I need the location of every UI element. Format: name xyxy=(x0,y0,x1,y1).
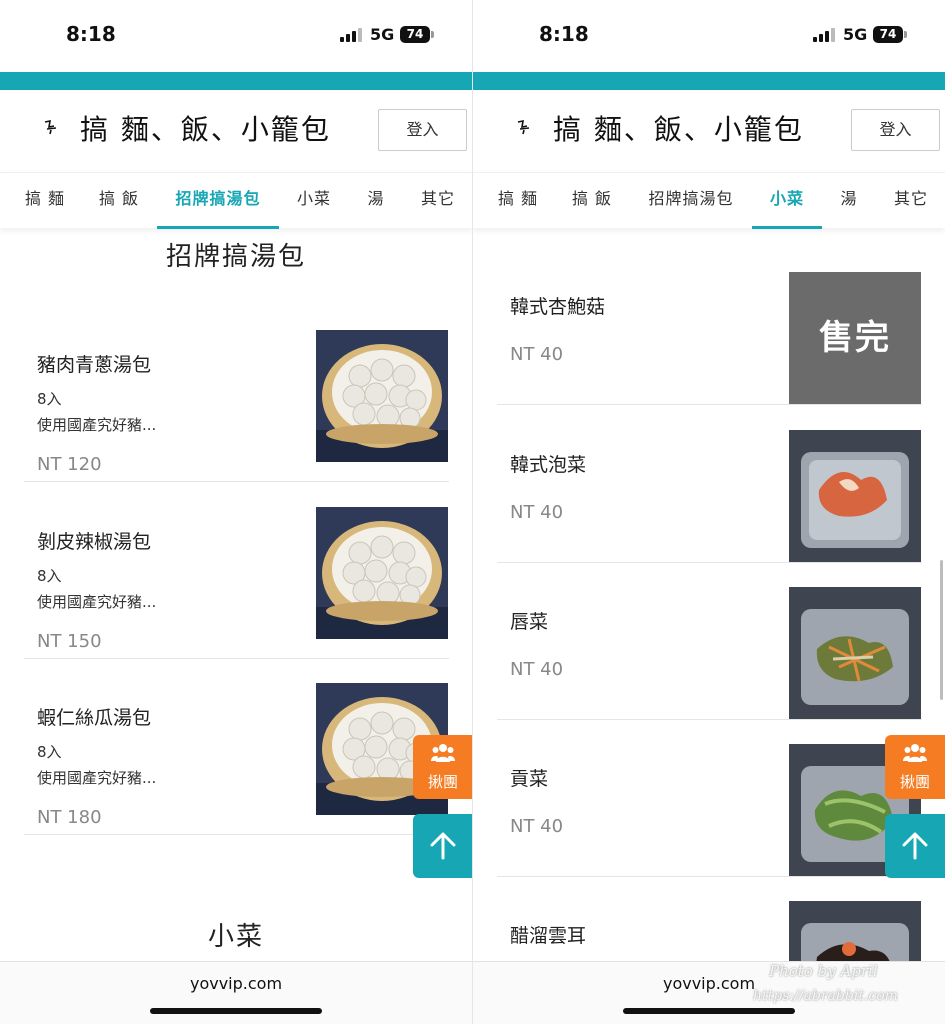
scrollbar[interactable] xyxy=(940,560,943,700)
arrow-up-icon xyxy=(430,832,456,860)
tab-others[interactable]: 其它 xyxy=(412,173,464,229)
item-name: 韓式泡菜 xyxy=(510,454,587,476)
tab-gao-rice[interactable]: 搞 飯 xyxy=(565,173,619,229)
tab-others[interactable]: 其它 xyxy=(885,173,937,229)
url-text[interactable]: yovvip.com xyxy=(0,974,472,993)
signal-icon xyxy=(340,28,362,42)
menu-item[interactable]: 豬肉青蔥湯包 8入 使用國產究好豬... NT 120 xyxy=(24,320,449,482)
tab-gao-rice[interactable]: 搞 飯 xyxy=(92,173,146,229)
group-icon xyxy=(903,744,927,762)
item-desc: 使用國產究好豬... xyxy=(37,769,157,787)
tab-side-dishes[interactable]: 小菜 xyxy=(290,173,338,229)
site-header: 搞 麵、飯、小籠包 登入 xyxy=(0,90,472,172)
battery-icon: 74 xyxy=(873,26,903,43)
menu-item[interactable]: 唇菜 NT 40 xyxy=(497,587,922,720)
item-image[interactable] xyxy=(789,430,921,562)
next-section-title: 小菜 xyxy=(207,922,264,952)
tab-signature-soup-dumplings[interactable]: 招牌搞湯包 xyxy=(630,173,752,229)
network-label: 5G xyxy=(843,25,868,44)
item-name: 豬肉青蔥湯包 xyxy=(37,354,152,376)
header-accent-bar xyxy=(473,72,945,90)
status-time: 8:18 xyxy=(66,22,116,46)
section-title: 招牌搞湯包 xyxy=(165,242,306,272)
item-image[interactable] xyxy=(316,507,448,639)
item-price: NT 40 xyxy=(510,816,564,837)
site-title: 搞 麵、飯、小籠包 xyxy=(553,113,804,146)
group-buy-button[interactable]: 揪團 xyxy=(413,735,472,799)
battery-icon: 74 xyxy=(400,26,430,43)
home-indicator xyxy=(623,1008,795,1014)
category-tabs: 搞 麵 搞 飯 招牌搞湯包 小菜 湯 其它 xyxy=(473,172,945,229)
category-tabs: 搞 麵 搞 飯 招牌搞湯包 小菜 湯 其它 xyxy=(0,172,472,229)
site-title: 搞 麵、飯、小籠包 xyxy=(80,113,331,146)
status-time: 8:18 xyxy=(539,22,589,46)
item-image[interactable] xyxy=(316,330,448,462)
item-price: NT 40 xyxy=(510,344,564,365)
item-price: NT 40 xyxy=(510,502,564,523)
tab-soup[interactable]: 湯 xyxy=(358,173,394,229)
status-bar: 8:18 5G 74 xyxy=(0,0,472,72)
arrow-up-icon xyxy=(902,832,928,860)
login-button[interactable]: 登入 xyxy=(851,109,940,151)
tab-soup[interactable]: 湯 xyxy=(831,173,867,229)
item-price: NT 40 xyxy=(510,659,564,680)
screen-left: 8:18 5G 74 搞 麵、飯、小籠包 登入 搞 麵 搞 飯 招牌搞湯包 小菜… xyxy=(0,0,472,1024)
item-count: 8入 xyxy=(37,743,62,761)
signal-icon xyxy=(813,28,835,42)
item-count: 8入 xyxy=(37,567,62,585)
item-desc: 使用國產究好豬... xyxy=(37,593,157,611)
item-price: NT 180 xyxy=(37,807,102,828)
back-to-top-button[interactable] xyxy=(885,814,945,878)
tab-gao-noodles[interactable]: 搞 麵 xyxy=(491,173,545,229)
item-name: 蝦仁絲瓜湯包 xyxy=(37,707,152,729)
logo-icon[interactable] xyxy=(515,118,533,136)
home-indicator xyxy=(150,1008,322,1014)
network-label: 5G xyxy=(370,25,395,44)
watermark-line-1: Photo by April xyxy=(769,962,878,980)
item-name: 唇菜 xyxy=(510,611,549,633)
watermark-line-2: https://abrabbit.com xyxy=(753,988,898,1004)
tab-gao-noodles[interactable]: 搞 麵 xyxy=(18,173,72,229)
group-buy-button[interactable]: 揪團 xyxy=(885,735,945,799)
menu-item[interactable]: 剝皮辣椒湯包 8入 使用國產究好豬... NT 150 xyxy=(24,497,449,659)
menu-item[interactable]: 韓式泡菜 NT 40 xyxy=(497,430,922,563)
header-accent-bar xyxy=(0,72,472,90)
menu-item[interactable]: 貢菜 NT 40 xyxy=(497,744,922,877)
group-buy-label: 揪團 xyxy=(427,773,458,791)
menu-item[interactable]: 韓式杏鮑菇 NT 40 售完 xyxy=(497,272,922,405)
group-icon xyxy=(431,744,455,762)
item-name: 貢菜 xyxy=(510,768,549,790)
item-image[interactable] xyxy=(789,587,921,719)
item-name: 剝皮辣椒湯包 xyxy=(37,531,152,553)
item-count: 8入 xyxy=(37,390,62,408)
login-button[interactable]: 登入 xyxy=(378,109,467,151)
screen-right: 8:18 5G 74 搞 麵、飯、小籠包 登入 搞 麵 搞 飯 招牌搞湯包 小菜… xyxy=(473,0,945,1024)
browser-url-bar[interactable]: yovvip.com xyxy=(0,961,472,1024)
menu-item[interactable]: 蝦仁絲瓜湯包 8入 使用國產究好豬... NT 180 xyxy=(24,673,449,835)
item-price: NT 150 xyxy=(37,631,102,652)
sold-out-badge: 售完 xyxy=(789,272,921,404)
logo-icon[interactable] xyxy=(42,118,60,136)
tab-side-dishes[interactable]: 小菜 xyxy=(752,173,822,229)
group-buy-label: 揪團 xyxy=(899,773,930,791)
item-name: 韓式杏鮑菇 xyxy=(510,296,606,318)
status-bar: 8:18 5G 74 xyxy=(473,0,945,72)
tab-signature-soup-dumplings[interactable]: 招牌搞湯包 xyxy=(157,173,279,229)
item-price: NT 120 xyxy=(37,454,102,475)
item-desc: 使用國產究好豬... xyxy=(37,416,157,434)
item-name: 醋溜雲耳 xyxy=(510,925,587,947)
site-header: 搞 麵、飯、小籠包 登入 xyxy=(473,90,945,172)
back-to-top-button[interactable] xyxy=(413,814,472,878)
